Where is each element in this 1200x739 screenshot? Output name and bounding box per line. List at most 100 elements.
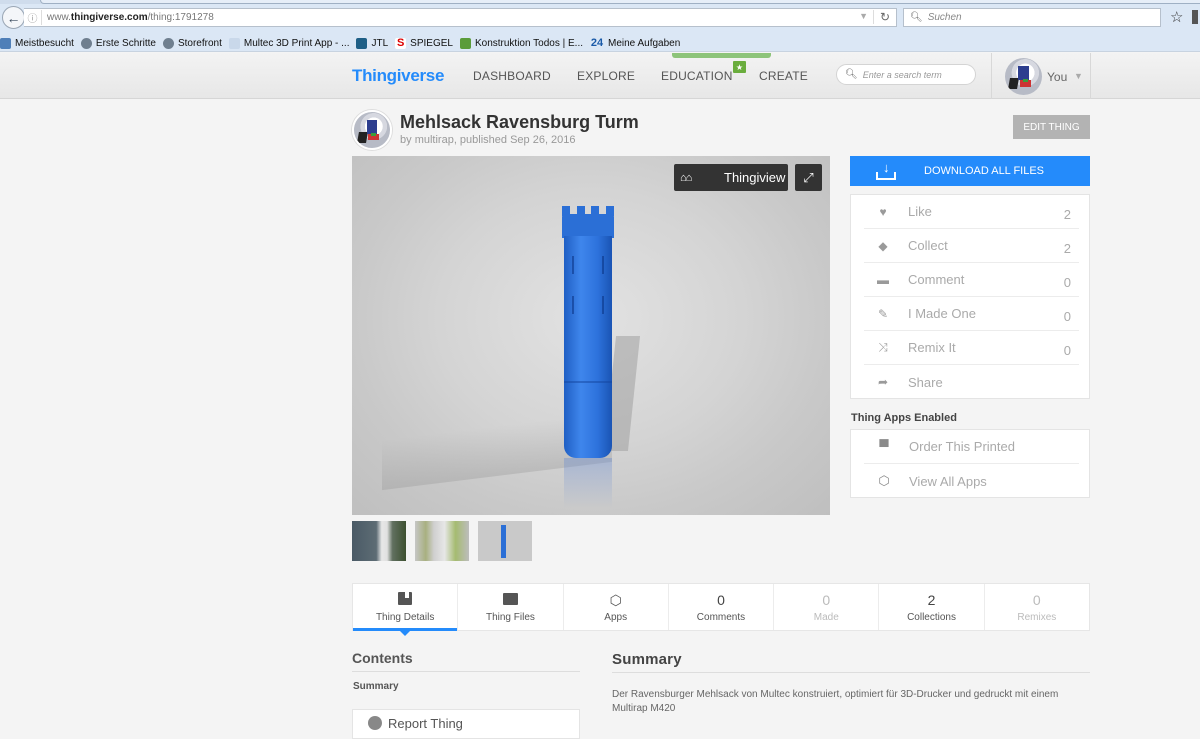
bookmark-meine-aufgaben[interactable]: 24 Meine Aufgaben (590, 37, 680, 49)
nav-explore[interactable]: EXPLORE (577, 69, 635, 83)
folder-icon (0, 37, 11, 49)
made-icon: ✎ (877, 306, 889, 321)
remix-button[interactable]: ⤨ Remix It 0 (864, 331, 1079, 365)
summary-text: Der Ravensburger Mehlsack von Multec kon… (612, 689, 1059, 714)
search-icon: 🔍︎ (845, 69, 858, 80)
browser-search-input[interactable]: 🔍︎ Suchen (903, 8, 1161, 27)
divider (352, 671, 580, 672)
tab-label: Remixes (1017, 612, 1057, 623)
nav-create[interactable]: CREATE (759, 69, 808, 83)
edit-thing-button[interactable]: EDIT THING (1013, 115, 1090, 139)
page-title: Mehlsack Ravensburg Turm (400, 112, 639, 132)
bookmark-meistbesucht[interactable]: Meistbesucht (0, 37, 74, 49)
tab-label: Thing Files (485, 612, 535, 623)
tab-comments[interactable]: 0 Comments (669, 584, 775, 630)
bookmark-label: Erste Schritte (95, 37, 156, 49)
download-all-files-button[interactable]: ↓ DOWNLOAD ALL FILES (850, 156, 1090, 186)
nav-dashboard[interactable]: DASHBOARD (473, 69, 551, 83)
view-all-apps-button[interactable]: ⬡ View All Apps (864, 464, 1079, 498)
library-icon[interactable] (1192, 10, 1198, 24)
action-label: Collect (908, 238, 948, 253)
report-thing-button[interactable]: Report Thing (352, 709, 580, 739)
24-icon: 24 (590, 37, 604, 49)
tab-label: Made (813, 612, 839, 623)
model-reflection (564, 458, 612, 508)
tab-label: Thing Details (375, 612, 435, 623)
comment-button[interactable]: ▬ Comment 0 (864, 263, 1079, 297)
back-button[interactable]: ← (2, 6, 25, 29)
like-count: 2 (1063, 206, 1071, 222)
bookmark-konstruktion-todos[interactable]: Konstruktion Todos | E... (459, 37, 583, 49)
cube-icon: ⬡ (609, 592, 622, 608)
model-viewer[interactable]: ⌂⌂ Thingiview ⤢ (352, 156, 830, 515)
bookmark-erste-schritte[interactable]: Erste Schritte (80, 37, 156, 49)
browser-toolbar: ← ⓘ www.thingiverse.com/thing:1791278 ▼ … (0, 0, 1200, 52)
action-label: Remix It (908, 340, 956, 355)
share-button[interactable]: ➦ Share (864, 365, 1079, 399)
share-icon: ➦ (877, 375, 889, 389)
globe-icon (80, 37, 92, 49)
author-link[interactable]: multirap (415, 134, 454, 146)
search-placeholder: Suchen (927, 12, 962, 23)
made-count: 0 (822, 592, 831, 608)
thumbnail-photo-2[interactable] (415, 521, 469, 561)
collect-button[interactable]: ◆ Collect 2 (864, 229, 1079, 263)
creator-avatar[interactable] (352, 110, 392, 150)
active-browser-tab[interactable] (40, 0, 1200, 4)
thumbnail-photo-1[interactable] (352, 521, 406, 561)
bookmark-label: Multec 3D Print App - ... (243, 37, 350, 49)
contents-heading: Contents (352, 650, 413, 666)
made-count: 0 (1063, 308, 1071, 324)
order-printed-button[interactable]: ▀ Order This Printed (864, 430, 1079, 464)
tab-label: Comments (696, 612, 746, 623)
history-dropdown-icon[interactable]: ▼ (859, 11, 868, 21)
bookmark-label: SPIEGEL (410, 37, 453, 49)
search-placeholder: Enter a search term (862, 69, 942, 80)
reload-icon[interactable]: ↻ (872, 10, 890, 24)
apps-heading: Thing Apps Enabled (851, 412, 957, 424)
thingiview-button[interactable]: ⌂⌂ Thingiview (674, 164, 788, 191)
bookmark-spiegel[interactable]: S SPIEGEL (395, 37, 453, 49)
url-bar[interactable]: ⓘ www.thingiverse.com/thing:1791278 ▼ ↻ (24, 8, 897, 27)
tab-collections[interactable]: 2 Collections (879, 584, 985, 630)
byline: by multirap, published Sep 26, 2016 (400, 134, 576, 146)
avatar (1005, 58, 1042, 95)
tab-apps[interactable]: ⬡ Apps (564, 584, 669, 630)
contents-link-summary[interactable]: Summary (353, 681, 399, 692)
folder-icon (502, 591, 518, 609)
like-button[interactable]: ♥ Like 2 (864, 195, 1079, 229)
tab-label: Apps (604, 612, 628, 623)
tab-thing-files[interactable]: Thing Files (458, 584, 564, 630)
bookmark-label: Konstruktion Todos | E... (474, 37, 583, 49)
app-label: Order This Printed (909, 439, 1015, 454)
education-banner-tab[interactable] (672, 53, 771, 58)
action-label: Like (908, 204, 932, 219)
tower-model (562, 206, 614, 458)
publish-date: , published Sep 26, 2016 (453, 134, 576, 146)
tab-made[interactable]: 0 Made (774, 584, 880, 630)
download-icon: ↓ (876, 160, 896, 180)
thing-tabs: Thing Details Thing Files ⬡ Apps 0 Comment… (352, 583, 1090, 636)
action-label: Share (908, 374, 943, 390)
bookmark-multec[interactable]: Multec 3D Print App - ... (228, 37, 350, 49)
bookmark-storefront[interactable]: Storefront (162, 37, 222, 49)
heart-icon: ♥ (879, 204, 887, 219)
thingiverse-logo[interactable]: Thingiverse (352, 66, 444, 86)
expand-icon: ⤢ (803, 169, 814, 185)
bookmark-label: Meistbesucht (15, 37, 74, 49)
bookmark-jtl[interactable]: JTL (356, 37, 388, 49)
i-made-one-button[interactable]: ✎ I Made One 0 (864, 297, 1079, 331)
bookmark-star-icon[interactable]: ☆ (1170, 8, 1183, 26)
tab-remixes[interactable]: 0 Remixes (985, 584, 1089, 630)
action-list: ♥ Like 2 ◆ Collect 2 ▬ Comment 0 ✎ I Made One 0 … (850, 194, 1090, 399)
site-search-input[interactable]: 🔍︎ Enter a search term (836, 64, 976, 85)
spiegel-icon: S (395, 37, 407, 49)
info-icon[interactable]: ⓘ (24, 10, 42, 25)
user-menu[interactable]: You ▼ (991, 53, 1091, 99)
tab-thing-details[interactable]: Thing Details (353, 584, 459, 636)
bookmarks-bar: Meistbesucht Erste Schritte Storefront M… (0, 34, 687, 52)
collections-count: 2 (927, 592, 936, 608)
fullscreen-button[interactable]: ⤢ (795, 164, 822, 191)
thumbnail-render[interactable] (478, 521, 532, 561)
nav-education[interactable]: EDUCATION (661, 69, 733, 83)
